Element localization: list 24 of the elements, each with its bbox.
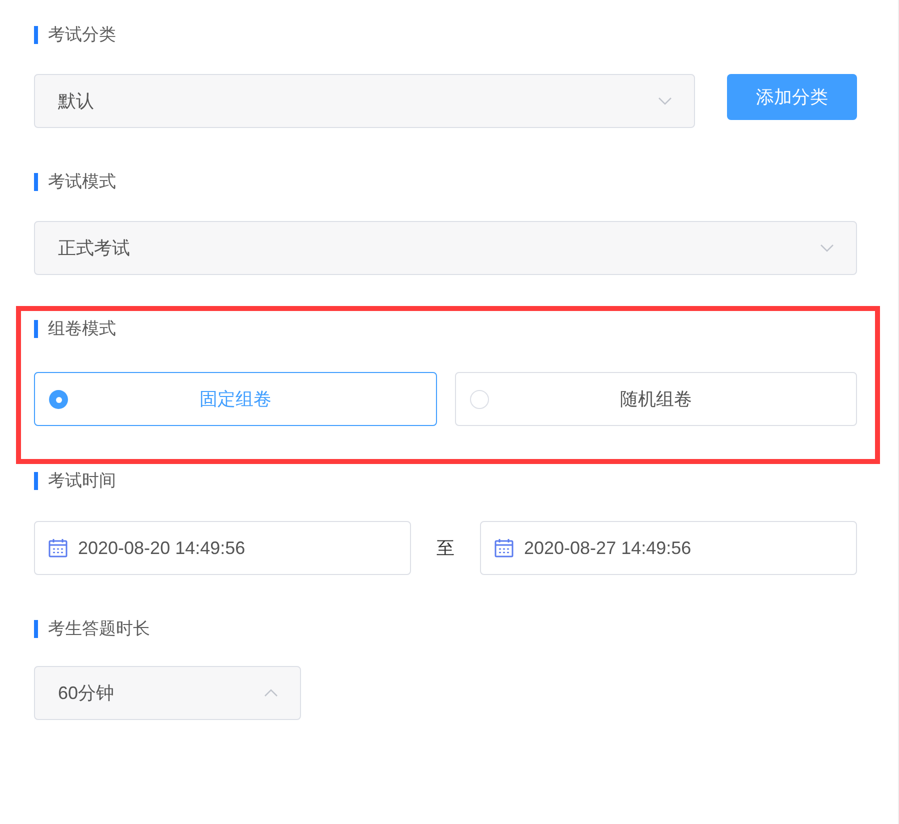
select-field[interactable]: 正式考试 xyxy=(34,221,857,275)
chevron-down-icon xyxy=(658,97,672,105)
accent-bar xyxy=(34,173,38,191)
section-label: 考试模式 xyxy=(48,171,116,193)
chevron-down-icon xyxy=(820,244,834,252)
select-field[interactable]: 60分钟 xyxy=(34,666,301,720)
section-label: 考试时间 xyxy=(48,470,116,492)
date-field[interactable]: 2020-08-27 14:49:56 xyxy=(480,521,857,575)
section-label: 考试分类 xyxy=(48,24,116,46)
accent-bar xyxy=(34,320,38,338)
section-label: 考生答题时长 xyxy=(48,618,150,640)
accent-bar xyxy=(34,26,38,44)
radio-icon xyxy=(470,390,488,409)
radio-icon xyxy=(49,390,68,409)
chevron-up-icon xyxy=(264,689,278,697)
range-separator: 至 xyxy=(436,536,456,560)
section-label: 组卷模式 xyxy=(48,318,116,340)
radio-option[interactable]: 随机组卷 xyxy=(454,372,857,426)
date-field[interactable]: 2020-08-20 14:49:56 xyxy=(34,521,411,575)
select-field[interactable]: 默认 xyxy=(34,74,696,128)
accent-bar xyxy=(34,620,38,638)
accent-bar xyxy=(34,472,38,490)
calendar-icon xyxy=(48,538,68,558)
calendar-icon xyxy=(494,538,514,558)
